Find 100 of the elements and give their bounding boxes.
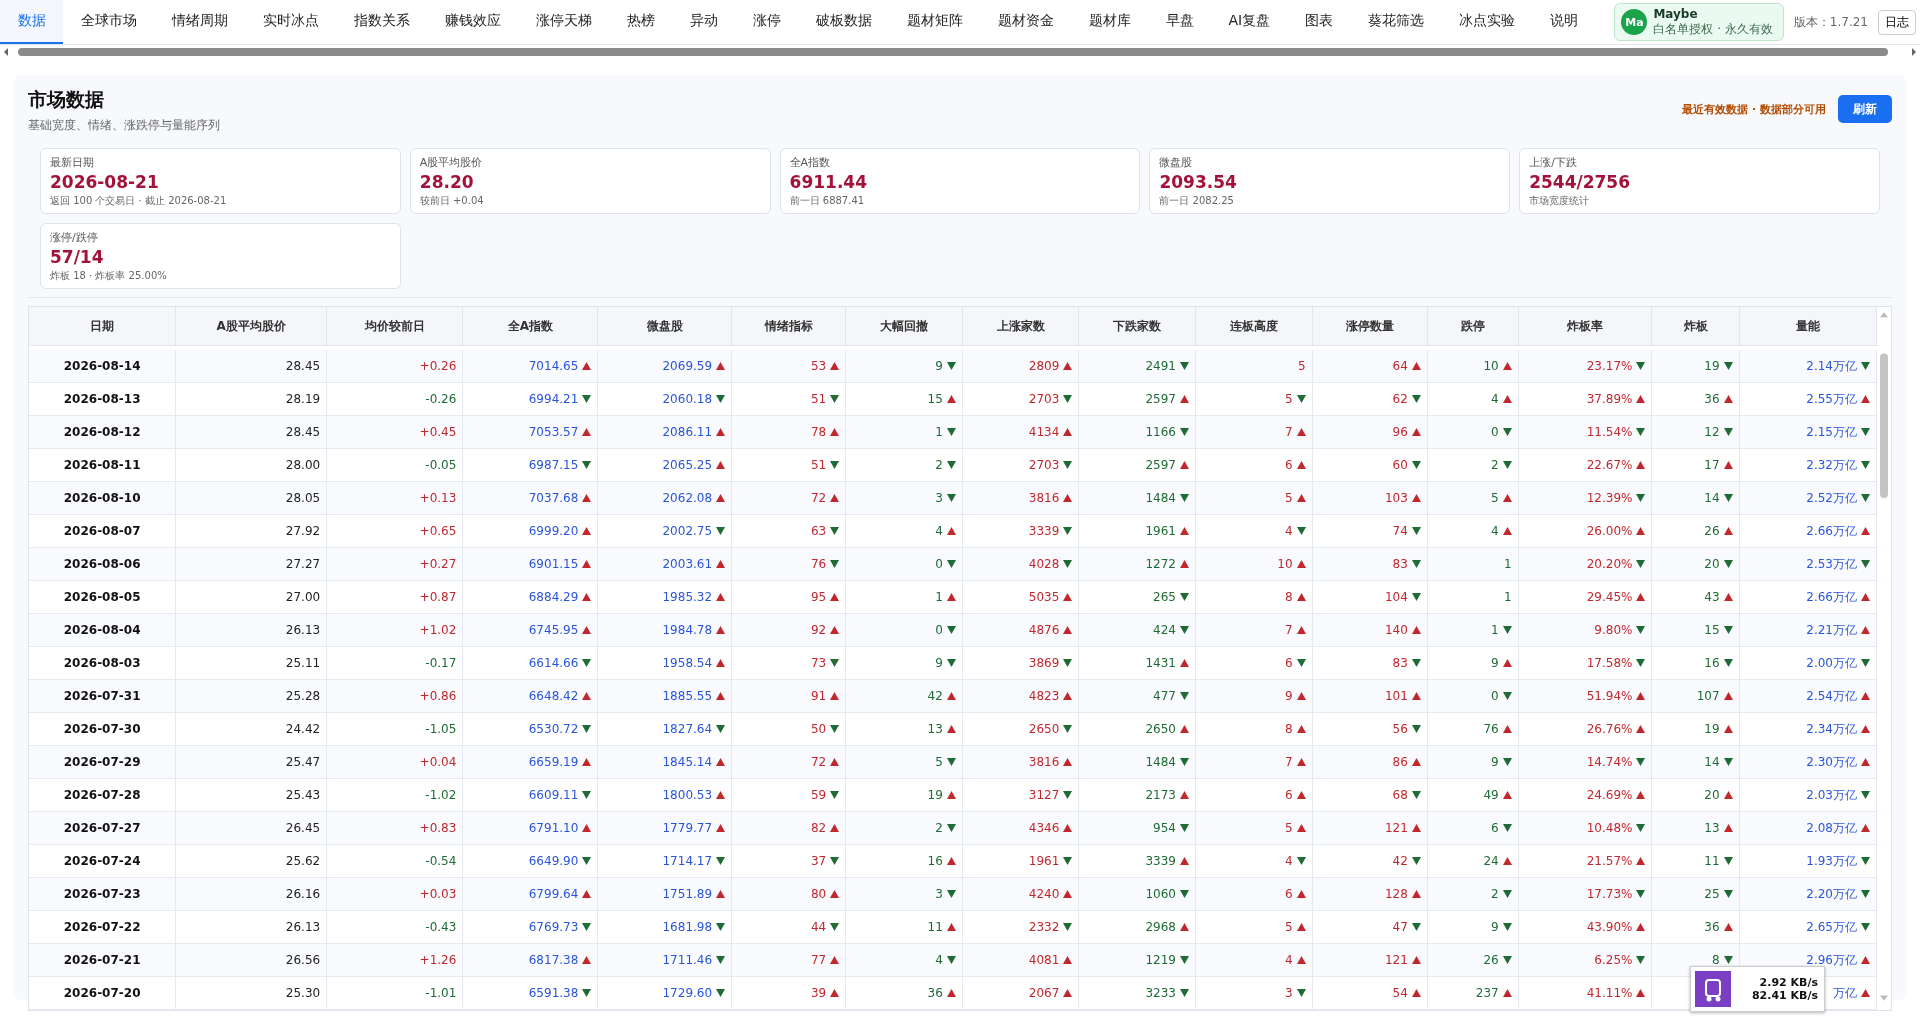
cell-value: 24.69% [1586,788,1633,802]
cell-value: 0 [1491,689,1499,703]
cell-value: 6649.90 [528,854,579,868]
cell-value: 26 [1483,953,1499,967]
cell-value: 8 [1284,722,1293,736]
cell-value: 28.45 [285,425,321,439]
column-header[interactable]: 下跌家数 [1079,307,1196,345]
column-header[interactable]: 炸板 [1652,307,1740,345]
nav-tab[interactable]: 破板数据 [798,0,889,44]
cell-value: 1984.78 [662,623,713,637]
nav-tab[interactable]: AI复盘 [1211,0,1288,44]
stat-note: 前一日 6887.41 [789,194,866,208]
column-header[interactable]: 均价较前日 [327,307,464,345]
nav-tab[interactable]: 说明 [1532,0,1596,44]
cell-value: 12 [1704,425,1720,439]
nav-tab[interactable]: 题材资金 [980,0,1071,44]
cell-value: 17.58% [1586,656,1633,670]
nav-tab[interactable]: 数据 [0,0,63,44]
nav-tab[interactable]: 早盘 [1148,0,1211,44]
cell-value: 2332 [1028,920,1060,934]
cell-value: 28.05 [285,491,321,505]
cell-value: 51 [810,392,827,406]
cell-value: 47 [1392,920,1408,934]
cell-value: 72 [810,491,827,505]
cell-value: 68 [1392,788,1408,802]
cell-value: 28.45 [285,359,321,373]
cell-value: 20 [1704,788,1720,802]
nav-tab[interactable]: 涨停 [735,0,798,44]
cell-value: 2002.75 [662,524,713,538]
cell-value: 2.53万亿 [1806,555,1857,573]
cell-value: 13 [1704,821,1720,835]
nav-tab[interactable]: 葵花筛选 [1350,0,1442,44]
cell-value: 2.14万亿 [1806,357,1857,375]
nav-tab[interactable]: 异动 [672,0,735,44]
user-name: Maybe [1653,7,1699,22]
cell-value: +0.65 [419,524,457,538]
cell-value: 2.15万亿 [1806,423,1857,441]
column-header[interactable]: 炸板率 [1518,307,1653,345]
cell-value: 26.00% [1586,524,1633,538]
cell-value: 2.30万亿 [1806,753,1857,771]
nav-tab[interactable]: 热榜 [609,0,672,44]
page-subtitle: 基础宽度、情绪、涨跌停与量能序列 [28,117,220,134]
cell-value: 77 [810,953,827,967]
stat-value: 2093.54 [1159,172,1238,192]
upload-speed: 2.92 KB/s [1759,976,1818,989]
column-header[interactable]: 微盘股 [598,307,733,345]
nav-tab[interactable]: 题材库 [1071,0,1148,44]
column-header[interactable]: 情绪指标 [732,307,847,345]
cell-value: 6791.10 [528,821,579,835]
nav-tab[interactable]: 情绪周期 [154,0,245,44]
cell-value: 9 [935,656,943,670]
nav-tab[interactable]: 赚钱效应 [427,0,518,44]
cell-value: 4 [1284,524,1293,538]
column-header[interactable]: 连板高度 [1195,307,1313,345]
cell-value: 2069.59 [662,359,713,373]
cell-value: 4823 [1028,689,1060,703]
stat-note: 炸板 18 · 炸板率 25.00% [50,269,168,283]
user-avatar: Ma [1621,9,1648,35]
column-header[interactable]: 全A指数 [463,307,599,345]
cell-value: 19 [1704,722,1720,736]
cell-value: 7 [1284,755,1293,769]
cell-value: 43.90% [1586,920,1633,934]
cell-value: +0.27 [419,557,457,571]
cell-value: 37 [810,854,827,868]
nav-tab[interactable]: 冰点实验 [1441,0,1533,44]
column-header[interactable]: 量能 [1739,307,1877,345]
cell-value: +0.26 [419,359,457,373]
cell-value: 43 [1704,590,1720,604]
cell-value: 17 [1704,458,1720,472]
column-header[interactable]: 涨停数量 [1312,307,1428,345]
stat-label: 全A指数 [789,155,832,170]
cell-value: 2026-08-07 [63,524,141,538]
cell-value: 7037.68 [528,491,579,505]
cell-value: 6 [1491,821,1499,835]
cell-value: 20 [1704,557,1720,571]
cell-value: 44 [810,920,827,934]
log-button[interactable]: 日志 [1878,9,1916,35]
cell-value: 5035 [1028,590,1060,604]
cell-value: 9 [1491,755,1499,769]
nav-tab[interactable]: 题材矩阵 [889,0,980,44]
cell-value: 6999.20 [528,524,579,538]
cell-value: 2026-07-31 [63,689,141,703]
nav-tab[interactable]: 实时冰点 [245,0,336,44]
column-header[interactable]: 大幅回撤 [846,307,963,345]
cell-value: 26.16 [285,887,321,901]
cell-value: 10.48% [1586,821,1633,835]
nav-tab[interactable]: 涨停天梯 [518,0,609,44]
nav-tab[interactable]: 全球市场 [63,0,154,44]
column-header[interactable]: 上涨家数 [962,307,1080,345]
cell-value: 6994.21 [528,392,579,406]
column-header[interactable]: 日期 [29,307,177,345]
cell-value: 16 [1704,656,1720,670]
column-header[interactable]: A股平均股价 [176,307,328,345]
refresh-button[interactable]: 刷新 [1838,95,1892,123]
cell-value: 72 [810,755,827,769]
cell-value: 2.21万亿 [1806,621,1857,639]
column-header[interactable]: 跌停 [1427,307,1519,345]
cell-value: 2 [935,821,943,835]
nav-tab[interactable]: 指数关系 [336,0,427,44]
nav-tab[interactable]: 图表 [1287,0,1351,44]
